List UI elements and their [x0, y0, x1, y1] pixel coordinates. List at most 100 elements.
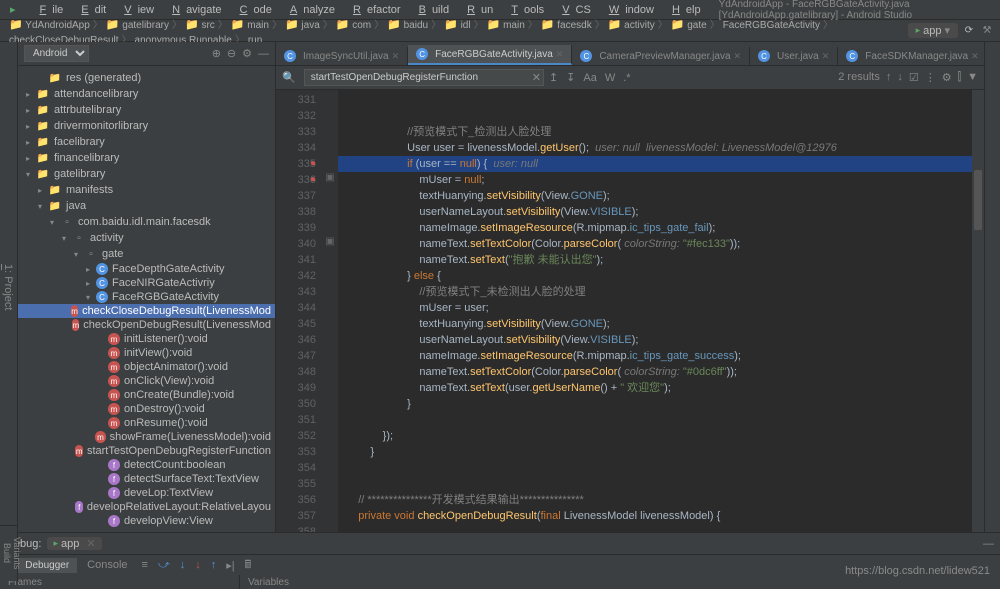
- tree-item[interactable]: ▾📁java: [18, 198, 275, 214]
- vertical-scrollbar[interactable]: [972, 90, 984, 532]
- run-config-selector[interactable]: ▸app▾: [908, 23, 958, 38]
- tree-item[interactable]: ▸📁attendancelibrary: [18, 86, 275, 102]
- hammer-icon[interactable]: ⚒: [980, 24, 994, 38]
- tree-item[interactable]: ▸📁drivermonitorlibrary: [18, 118, 275, 134]
- variables-panel[interactable]: Variables: [240, 575, 1000, 589]
- tree-item[interactable]: fdetectCount:boolean: [18, 458, 275, 472]
- run-to-cursor-icon[interactable]: ▸|: [222, 559, 238, 572]
- breadcrumb-item[interactable]: 📁 facesdk: [538, 20, 595, 31]
- tool-build-variants[interactable]: Build Variants: [0, 526, 24, 581]
- watermark: https://blog.csdn.net/lidew521: [845, 565, 990, 577]
- tree-item[interactable]: monDestroy():void: [18, 402, 275, 416]
- prev-icon[interactable]: ↥: [549, 71, 558, 84]
- debug-panel: Debug: ▸app✕ — ▶ Debugger Console ≡ ⤻ ↓ …: [0, 532, 1000, 588]
- breadcrumb-item[interactable]: 📁 activity: [605, 20, 658, 31]
- breadcrumb-item[interactable]: 📁 idl: [441, 20, 474, 31]
- tree-item[interactable]: fdetectSurfaceText:TextView: [18, 472, 275, 486]
- tree-item[interactable]: fdevelopRelativeLayout:RelativeLayou: [18, 500, 275, 514]
- breadcrumb-item[interactable]: 📁 main: [228, 20, 272, 31]
- minimize-icon[interactable]: —: [983, 538, 994, 550]
- frames-panel[interactable]: Frames: [0, 575, 240, 589]
- sync-icon[interactable]: ⟳: [962, 24, 976, 38]
- tree-item[interactable]: ▸📁financelibrary: [18, 150, 275, 166]
- collapse-icon[interactable]: ⊕: [212, 47, 221, 60]
- image-hint-icon: ▣: [322, 172, 338, 188]
- tool-project[interactable]: 1: Project: [0, 42, 16, 532]
- editor-tab[interactable]: CFaceRGBGateActivity.java✕: [408, 45, 572, 65]
- step-into-icon[interactable]: ↓: [176, 559, 190, 571]
- tree-item[interactable]: ▸📁attrbutelibrary: [18, 102, 275, 118]
- editor-tabs: CImageSyncUtil.java✕CFaceRGBGateActivity…: [276, 42, 984, 66]
- tree-item[interactable]: ▾▫gate: [18, 246, 275, 262]
- tree-item[interactable]: ▾▫com.baidu.idl.main.facesdk: [18, 214, 275, 230]
- debug-config[interactable]: ▸app✕: [47, 537, 101, 550]
- tree-item[interactable]: mcheckCloseDebugResult(LivenessMod: [18, 304, 275, 318]
- filter-icon[interactable]: ⚙: [942, 71, 952, 84]
- breadcrumb-item[interactable]: 📁 baidu: [384, 20, 431, 31]
- results-count: 2 results: [838, 71, 880, 84]
- tree-item[interactable]: ▾CFaceRGBGateActivity: [18, 290, 275, 304]
- code-editor[interactable]: //预览模式下_检测出人脸处理 User user = livenessMode…: [338, 90, 972, 532]
- tree-item[interactable]: ▸CFaceDepthGateActivity: [18, 262, 275, 276]
- step-out-icon[interactable]: ↑: [207, 559, 221, 571]
- tree-item[interactable]: monClick(View):void: [18, 374, 275, 388]
- editor-tab[interactable]: CFaceSDKManager.java✕: [838, 47, 984, 65]
- tree-item[interactable]: minitView():void: [18, 346, 275, 360]
- select-all-icon[interactable]: ☑: [909, 71, 919, 84]
- tree-item[interactable]: ▸📁facelibrary: [18, 134, 275, 150]
- tree-item[interactable]: mcheckOpenDebugResult(LivenessMod: [18, 318, 275, 332]
- editor-tab[interactable]: CCameraPreviewManager.java✕: [572, 47, 750, 65]
- tree-item[interactable]: monResume():void: [18, 416, 275, 430]
- project-view-select[interactable]: Android: [24, 45, 89, 62]
- close-icon: ✕: [734, 51, 742, 62]
- pin-icon[interactable]: ⋮: [925, 71, 936, 84]
- project-tree[interactable]: 📁res (generated)▸📁attendancelibrary▸📁att…: [18, 66, 275, 532]
- editor-area: CImageSyncUtil.java✕CFaceRGBGateActivity…: [276, 42, 984, 532]
- breadcrumb-item[interactable]: 📁 main: [484, 20, 528, 31]
- tree-item[interactable]: mobjectAnimator():void: [18, 360, 275, 374]
- tree-item[interactable]: minitListener():void: [18, 332, 275, 346]
- tree-item[interactable]: 📁res (generated): [18, 70, 275, 86]
- breadcrumb-item[interactable]: 📁 src: [182, 20, 218, 31]
- search-input[interactable]: [304, 69, 544, 86]
- evaluate-icon[interactable]: 🖩: [241, 556, 256, 575]
- up-icon[interactable]: ↑: [886, 71, 892, 84]
- find-bar: 🔍 ✕ ↥ ↧ AaW.* 2 results ↑ ↓ ☑ ⋮ ⚙ ⫿▼: [276, 66, 984, 90]
- tree-item[interactable]: ▾📁gatelibrary: [18, 166, 275, 182]
- tree-item[interactable]: ▸CFaceNIRGateActivriy: [18, 276, 275, 290]
- close-icon: ✕: [971, 51, 979, 62]
- hide-icon[interactable]: —: [258, 48, 269, 60]
- editor-tab[interactable]: CUser.java✕: [750, 47, 838, 65]
- breadcrumb-item[interactable]: 📁 com: [333, 20, 374, 31]
- tab-debugger[interactable]: Debugger: [17, 558, 77, 573]
- breadcrumb-item[interactable]: 📁 java: [282, 20, 323, 31]
- options-icon[interactable]: ⊖: [227, 47, 236, 60]
- breadcrumb-item[interactable]: 📁 gatelibrary: [103, 20, 172, 31]
- down-icon[interactable]: ↓: [897, 71, 903, 84]
- tree-item[interactable]: mstartTestOpenDebugRegisterFunction: [18, 444, 275, 458]
- search-icon: 🔍: [282, 71, 296, 84]
- tab-console[interactable]: Console: [79, 557, 135, 573]
- breadcrumb-item[interactable]: 📁 YdAndroidApp: [6, 20, 93, 31]
- tree-item[interactable]: ▾▫activity: [18, 230, 275, 246]
- close-icon: ✕: [822, 51, 830, 62]
- editor-tab[interactable]: CImageSyncUtil.java✕: [276, 47, 408, 65]
- clear-icon[interactable]: ✕: [532, 71, 541, 84]
- right-tool-strip: [984, 42, 1000, 532]
- breadcrumb-bar: 📁 YdAndroidApp〉📁 gatelibrary〉📁 src〉📁 mai…: [0, 20, 1000, 42]
- tree-item[interactable]: mshowFrame(LivenessModel):void: [18, 430, 275, 444]
- line-gutter[interactable]: 331332333334●335●33633733833934034134234…: [276, 90, 322, 532]
- gear-icon[interactable]: ⚙: [242, 47, 252, 60]
- next-icon[interactable]: ↧: [566, 71, 575, 84]
- breadcrumb-item[interactable]: 📁 gate: [668, 20, 710, 31]
- tree-item[interactable]: ▸📁manifests: [18, 182, 275, 198]
- force-step-icon[interactable]: ↓: [191, 559, 205, 571]
- tree-item[interactable]: fdevelopView:View: [18, 514, 275, 528]
- threads-icon[interactable]: ≡: [138, 559, 152, 571]
- breadcrumb-item[interactable]: FaceRGBGateActivity: [720, 20, 823, 31]
- tree-item[interactable]: monCreate(Bundle):void: [18, 388, 275, 402]
- project-sidebar: Android ⊕ ⊖ ⚙ — 📁res (generated)▸📁attend…: [18, 42, 276, 532]
- step-over-icon[interactable]: ⤻: [154, 559, 174, 572]
- tree-item[interactable]: fdeveLop:TextView: [18, 486, 275, 500]
- icon-gutter: ▣ ▣: [322, 90, 338, 532]
